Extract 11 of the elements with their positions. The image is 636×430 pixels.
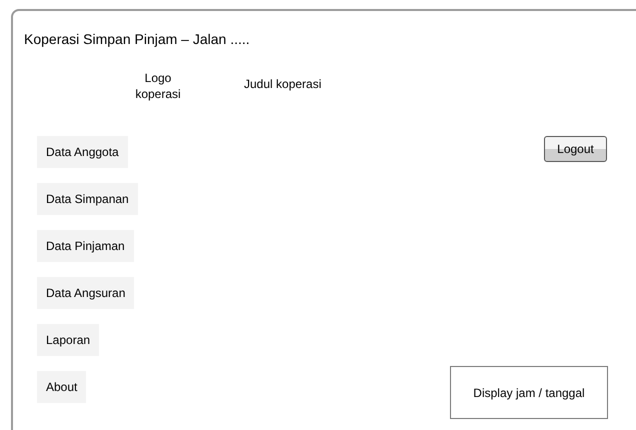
- clock-display: Display jam / tanggal: [450, 366, 608, 419]
- logout-button[interactable]: Logout: [544, 136, 607, 162]
- page-heading: Judul koperasi: [244, 76, 322, 93]
- menu-button[interactable]: Data Angsuran: [37, 277, 134, 309]
- logo-label: Logo koperasi: [134, 70, 182, 102]
- menu-button[interactable]: Laporan: [37, 324, 100, 356]
- window-title: Koperasi Simpan Pinjam – Jalan .....: [24, 31, 250, 47]
- menu-button[interactable]: Data Simpanan: [37, 183, 138, 215]
- menu-button[interactable]: Data Anggota: [37, 136, 128, 168]
- menu-button[interactable]: Data Pinjaman: [37, 230, 134, 262]
- menu-button[interactable]: About: [37, 371, 86, 403]
